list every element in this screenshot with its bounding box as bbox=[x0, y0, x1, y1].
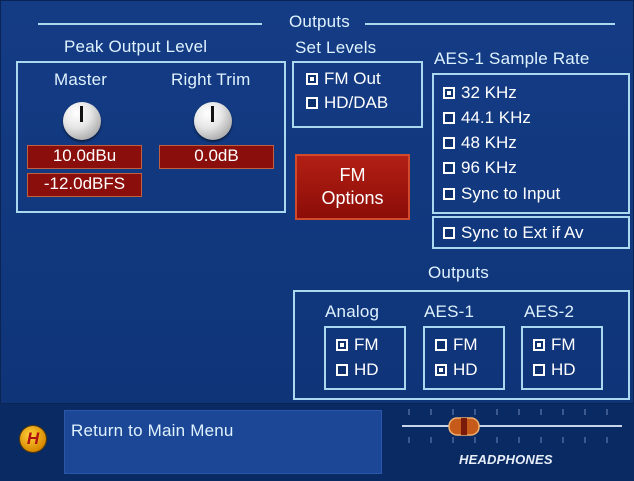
slider-thumb[interactable] bbox=[448, 417, 480, 436]
right-trim-label: Right Trim bbox=[171, 70, 251, 89]
aes1-fm-checkbox[interactable]: FM bbox=[435, 335, 478, 355]
slider-ticks-top bbox=[408, 409, 608, 415]
set-levels-heading: Set Levels bbox=[295, 38, 377, 57]
rate-32khz-checkbox[interactable]: 32 KHz bbox=[443, 83, 517, 103]
rate-48khz-label: 48 KHz bbox=[461, 133, 517, 152]
hd-dab-checkbox[interactable]: HD/DAB bbox=[306, 93, 388, 113]
aes2-label: AES-2 bbox=[524, 302, 575, 321]
title-rule-right bbox=[365, 23, 615, 25]
return-main-menu-label: Return to Main Menu bbox=[71, 421, 234, 440]
rate-48khz-checkbox[interactable]: 48 KHz bbox=[443, 133, 517, 153]
analog-label: Analog bbox=[325, 302, 380, 321]
aes-sample-rate-heading: AES-1 Sample Rate bbox=[434, 49, 590, 68]
rate-44khz-label: 44.1 KHz bbox=[461, 108, 531, 127]
aes1-hd-box[interactable] bbox=[435, 364, 447, 376]
sync-ext-box[interactable] bbox=[443, 227, 455, 239]
master-dbu-readout[interactable]: 10.0dBu bbox=[27, 145, 142, 169]
fm-options-button[interactable]: FM Options bbox=[295, 154, 410, 220]
right-trim-knob[interactable] bbox=[194, 102, 232, 140]
title-rule-left bbox=[38, 23, 262, 25]
logo-h-icon[interactable]: H bbox=[20, 426, 46, 452]
rate-32khz-label: 32 KHz bbox=[461, 83, 517, 102]
analog-fm-checkbox[interactable]: FM bbox=[336, 335, 379, 355]
fm-options-line1: FM bbox=[339, 165, 366, 185]
sync-ext-label: Sync to Ext if Av bbox=[461, 223, 584, 242]
fm-out-checkbox-box[interactable] bbox=[306, 73, 318, 85]
aes1-hd-label: HD bbox=[453, 360, 478, 379]
analog-hd-box[interactable] bbox=[336, 364, 348, 376]
aes1-fm-label: FM bbox=[453, 335, 478, 354]
aes1-fm-box[interactable] bbox=[435, 339, 447, 351]
hd-dab-label: HD/DAB bbox=[324, 93, 389, 112]
aes2-hd-box[interactable] bbox=[533, 364, 545, 376]
sync-to-input-checkbox[interactable]: Sync to Input bbox=[443, 184, 560, 204]
analog-hd-label: HD bbox=[354, 360, 379, 379]
hd-dab-checkbox-box[interactable] bbox=[306, 97, 318, 109]
peak-output-heading: Peak Output Level bbox=[64, 37, 208, 56]
aes2-hd-label: HD bbox=[551, 360, 576, 379]
aes1-hd-checkbox[interactable]: HD bbox=[435, 360, 478, 380]
analog-hd-checkbox[interactable]: HD bbox=[336, 360, 379, 380]
analog-fm-box[interactable] bbox=[336, 339, 348, 351]
sync-to-input-box[interactable] bbox=[443, 188, 455, 200]
aes2-fm-box[interactable] bbox=[533, 339, 545, 351]
aes2-hd-checkbox[interactable]: HD bbox=[533, 360, 576, 380]
rate-44khz-box[interactable] bbox=[443, 112, 455, 124]
aes1-label: AES-1 bbox=[424, 302, 475, 321]
slider-ticks-bottom bbox=[408, 437, 608, 443]
right-trim-readout[interactable]: 0.0dB bbox=[159, 145, 274, 169]
fm-out-label: FM Out bbox=[324, 69, 381, 88]
aes2-fm-checkbox[interactable]: FM bbox=[533, 335, 576, 355]
outputs-heading: Outputs bbox=[428, 263, 489, 282]
headphones-label: HEADPHONES bbox=[459, 452, 553, 467]
rate-96khz-box[interactable] bbox=[443, 162, 455, 174]
rate-48khz-box[interactable] bbox=[443, 137, 455, 149]
aes2-fm-label: FM bbox=[551, 335, 576, 354]
fm-out-checkbox[interactable]: FM Out bbox=[306, 69, 381, 89]
rate-96khz-label: 96 KHz bbox=[461, 158, 517, 177]
rate-96khz-checkbox[interactable]: 96 KHz bbox=[443, 158, 517, 178]
analog-fm-label: FM bbox=[354, 335, 379, 354]
return-main-menu-button[interactable]: Return to Main Menu bbox=[64, 410, 382, 474]
master-label: Master bbox=[54, 70, 108, 89]
sync-ext-checkbox[interactable]: Sync to Ext if Av bbox=[443, 223, 584, 243]
master-dbfs-readout[interactable]: -12.0dBFS bbox=[27, 173, 142, 197]
rate-32khz-box[interactable] bbox=[443, 87, 455, 99]
page-title: Outputs bbox=[289, 12, 350, 31]
headphones-slider[interactable] bbox=[392, 404, 634, 481]
master-knob[interactable] bbox=[63, 102, 101, 140]
sync-to-input-label: Sync to Input bbox=[461, 184, 561, 203]
rate-44khz-checkbox[interactable]: 44.1 KHz bbox=[443, 108, 531, 128]
fm-options-line2: Options bbox=[321, 188, 384, 208]
